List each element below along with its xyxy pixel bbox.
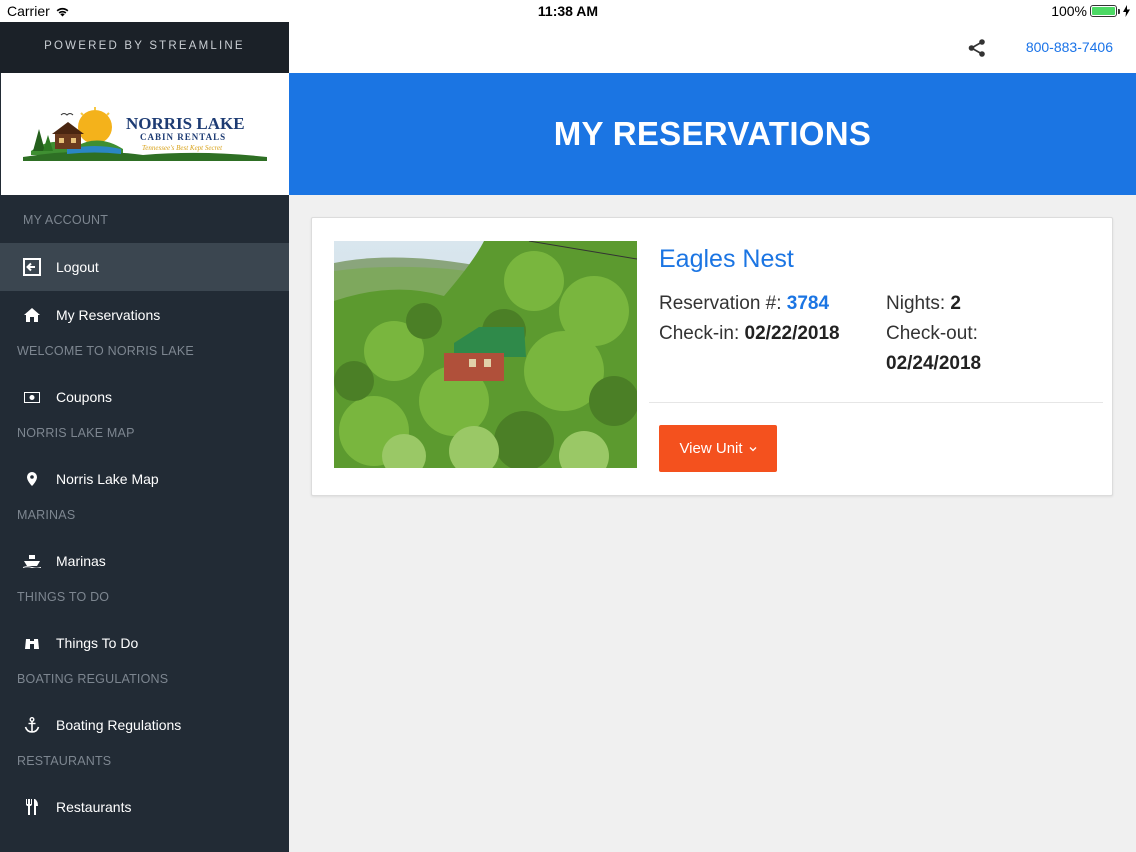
utensils-icon — [22, 797, 42, 817]
chevron-down-icon — [749, 446, 757, 451]
section-label: THINGS TO DO — [17, 590, 110, 604]
phone-link[interactable]: 800-883-7406 — [1026, 39, 1113, 55]
battery-indicator: 100% — [1051, 3, 1130, 19]
logo-title: NORRIS LAKE — [126, 114, 245, 133]
nights-row: Nights: 2 — [886, 293, 961, 315]
checkout-label: Check-out: — [886, 323, 978, 344]
page-banner: MY RESERVATIONS — [289, 73, 1136, 195]
norris-lake-logo[interactable]: NORRIS LAKE CABIN RENTALS Tennessee's Be… — [23, 107, 267, 161]
section-label: MARINAS — [17, 508, 76, 522]
sidebar-item-boating-regulations[interactable]: Boating Regulations — [0, 701, 289, 749]
clock: 11:38 AM — [537, 3, 599, 19]
charging-icon — [1123, 5, 1130, 17]
sidebar-item-my-reservations[interactable]: My Reservations — [0, 291, 289, 339]
page-title: MY RESERVATIONS — [553, 115, 872, 152]
checkin-row: Check-in: 02/22/2018 — [659, 323, 840, 345]
nights-value: 2 — [950, 293, 961, 314]
logo-graphic: NORRIS LAKE CABIN RENTALS Tennessee's Be… — [23, 107, 267, 161]
section-label: RESTAURANTS — [17, 754, 112, 768]
sidebar-item-label: Boating Regulations — [56, 717, 182, 733]
checkout-value-row: 02/24/2018 — [886, 353, 981, 375]
logo-container: NORRIS LAKE CABIN RENTALS Tennessee's Be… — [0, 73, 289, 195]
section-label: BOATING REGULATIONS — [17, 672, 169, 686]
checkout-value: 02/24/2018 — [886, 353, 982, 374]
sidebar-item-coupons[interactable]: Coupons — [0, 373, 289, 421]
powered-by-label: POWERED BY STREAMLINE — [0, 22, 289, 73]
logo-subtitle: CABIN RENTALS — [140, 132, 226, 142]
sidebar: POWERED BY STREAMLINE NORRIS LAKE CABIN … — [0, 22, 289, 852]
checkin-label: Check-in: — [659, 323, 740, 344]
reservation-number-value: 3784 — [786, 293, 830, 314]
binoculars-icon — [22, 633, 42, 653]
sidebar-item-label: Marinas — [56, 553, 106, 569]
boat-icon — [22, 551, 42, 571]
battery-percent: 100% — [1051, 3, 1087, 19]
top-bar: 800-883-7406 — [289, 22, 1136, 73]
anchor-icon — [22, 715, 42, 735]
unit-name-link[interactable]: Eagles Nest — [659, 245, 794, 274]
sidebar-item-norris-lake-map[interactable]: Norris Lake Map — [0, 455, 289, 503]
section-label: MY ACCOUNT — [23, 213, 109, 227]
coupon-icon — [22, 387, 42, 407]
sidebar-nav: MY ACCOUNT Logout My Reservations WELCOME T… — [0, 195, 289, 831]
share-icon[interactable] — [967, 38, 987, 58]
section-label: NORRIS LAKE MAP — [17, 426, 135, 440]
sidebar-item-label: Coupons — [56, 389, 113, 405]
sidebar-item-logout[interactable]: Logout — [0, 243, 289, 291]
logout-icon — [22, 257, 42, 277]
view-unit-label: View Unit — [679, 440, 743, 457]
logo-tagline: Tennessee's Best Kept Secret — [142, 144, 223, 152]
unit-photo[interactable] — [334, 241, 637, 468]
nights-label: Nights: — [886, 293, 946, 314]
sidebar-item-marinas[interactable]: Marinas — [0, 537, 289, 585]
battery-icon — [1090, 5, 1117, 17]
sidebar-item-restaurants[interactable]: Restaurants — [0, 783, 289, 831]
cabin-photo-image — [334, 241, 637, 468]
view-unit-button[interactable]: View Unit — [659, 425, 777, 472]
sidebar-item-label: Logout — [56, 259, 99, 275]
sidebar-item-label: Things To Do — [56, 635, 139, 651]
reservation-card: Eagles Nest Reservation #: 3784 Nights: … — [311, 217, 1113, 496]
sidebar-item-label: My Reservations — [56, 307, 161, 323]
status-bar: Carrier 11:38 AM 100% — [0, 0, 1136, 22]
reservation-number-label: Reservation #: — [659, 293, 782, 314]
reservation-number-row: Reservation #: 3784 — [659, 293, 829, 315]
home-icon — [22, 305, 42, 325]
sidebar-item-things-to-do[interactable]: Things To Do — [0, 619, 289, 667]
card-divider — [649, 402, 1103, 403]
sidebar-item-label: Norris Lake Map — [56, 471, 159, 487]
section-label: WELCOME TO NORRIS LAKE — [17, 344, 194, 358]
checkin-value: 02/22/2018 — [744, 323, 840, 344]
sidebar-item-label: Restaurants — [56, 799, 132, 815]
map-pin-icon — [22, 469, 42, 489]
